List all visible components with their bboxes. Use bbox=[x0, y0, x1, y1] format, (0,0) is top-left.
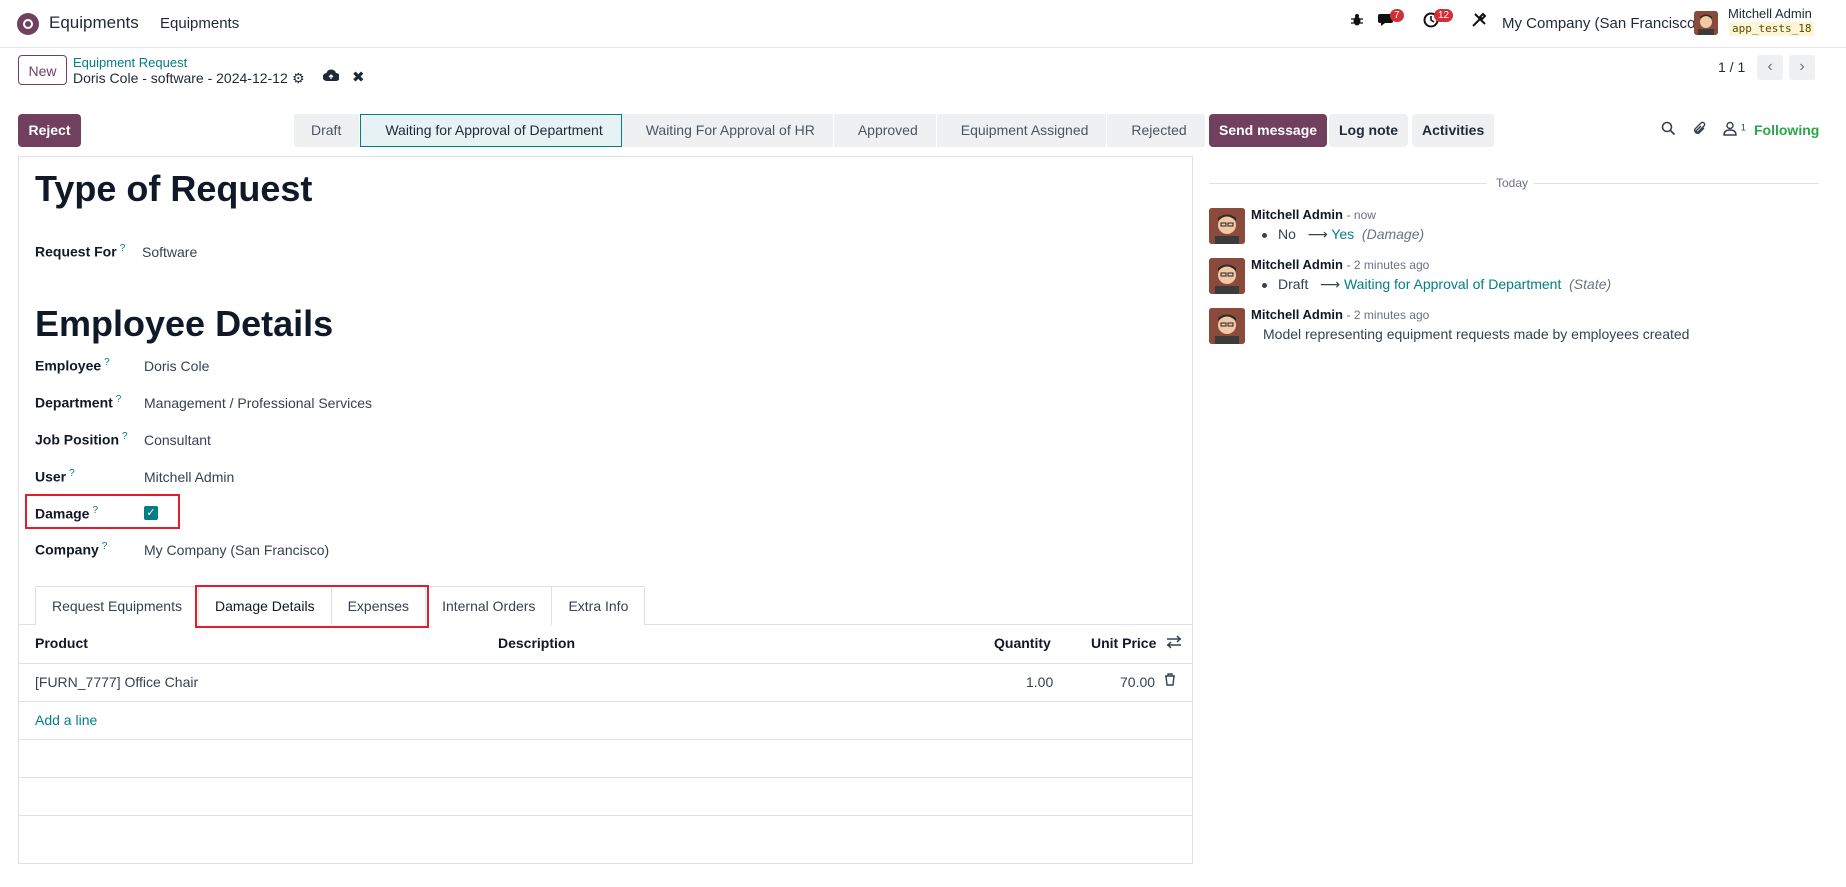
help-icon[interactable]: ? bbox=[104, 357, 110, 368]
breadcrumb-parent[interactable]: Equipment Request bbox=[73, 55, 187, 70]
top-navbar: Equipments Equipments 7 12 My Company (S… bbox=[0, 0, 1846, 48]
column-product[interactable]: Product bbox=[35, 635, 88, 651]
row-product[interactable]: [FURN_7777] Office Chair bbox=[35, 674, 198, 690]
request-for-value[interactable]: Software bbox=[142, 244, 197, 260]
debug-bug-icon[interactable] bbox=[1346, 12, 1368, 34]
send-message-button[interactable]: Send message bbox=[1209, 114, 1328, 147]
job-position-label: Job Position? bbox=[35, 431, 128, 448]
tools-icon[interactable] bbox=[1468, 12, 1490, 34]
activities-clock-icon[interactable]: 12 bbox=[1420, 9, 1454, 34]
tracking-value: Draft ⟶ Waiting for Approval of Departme… bbox=[1278, 276, 1612, 292]
pager-next-icon[interactable]: › bbox=[1789, 55, 1815, 80]
new-button[interactable]: New bbox=[18, 55, 67, 85]
help-icon[interactable]: ? bbox=[122, 431, 128, 442]
message-author[interactable]: Mitchell Admin - now bbox=[1251, 207, 1376, 222]
breadcrumb-current: Doris Cole - software - 2024-12-12 bbox=[73, 70, 288, 86]
optional-columns-icon[interactable] bbox=[1166, 635, 1182, 652]
job-position-field[interactable]: Consultant bbox=[144, 432, 211, 448]
help-icon[interactable]: ? bbox=[116, 394, 122, 405]
pager-previous-icon[interactable]: ‹ bbox=[1757, 55, 1783, 80]
help-icon[interactable]: ? bbox=[102, 541, 108, 552]
pager-value[interactable]: 1 / 1 bbox=[1718, 59, 1745, 75]
tabs-highlight-box bbox=[195, 585, 429, 628]
stage-equipment-assigned[interactable]: Equipment Assigned bbox=[936, 114, 1108, 147]
bullet bbox=[1262, 233, 1267, 238]
add-line-link[interactable]: Add a line bbox=[35, 712, 97, 728]
stage-waiting-hr[interactable]: Waiting For Approval of HR bbox=[621, 114, 834, 147]
message-avatar[interactable] bbox=[1209, 308, 1245, 344]
company-label: Company? bbox=[35, 541, 108, 558]
date-separator: Today bbox=[1496, 176, 1529, 190]
column-quantity[interactable]: Quantity bbox=[994, 635, 1051, 651]
stage-approved[interactable]: Approved bbox=[833, 114, 937, 147]
followers-count: 1 bbox=[1740, 122, 1746, 133]
help-icon[interactable]: ? bbox=[92, 505, 98, 516]
activities-button[interactable]: Activities bbox=[1412, 114, 1495, 147]
table-line bbox=[18, 815, 1193, 816]
stage-waiting-department[interactable]: Waiting for Approval of Department bbox=[360, 114, 622, 147]
following-button[interactable]: Following bbox=[1754, 122, 1819, 138]
stage-rejected[interactable]: Rejected bbox=[1107, 114, 1206, 147]
message-avatar[interactable] bbox=[1209, 258, 1245, 294]
message-body: Model representing equipment requests ma… bbox=[1263, 326, 1690, 342]
date-separator-line bbox=[1209, 183, 1487, 184]
help-icon[interactable]: ? bbox=[69, 468, 75, 479]
table-line bbox=[18, 777, 1193, 778]
cloud-save-icon[interactable] bbox=[322, 69, 340, 85]
stage-draft[interactable]: Draft bbox=[294, 114, 361, 147]
bullet bbox=[1262, 283, 1267, 288]
app-name[interactable]: Equipments bbox=[49, 13, 139, 33]
message-author[interactable]: Mitchell Admin - 2 minutes ago bbox=[1251, 257, 1429, 272]
user-field[interactable]: Mitchell Admin bbox=[144, 469, 234, 485]
followers-icon[interactable]: 1 bbox=[1723, 121, 1746, 139]
tracking-value: No ⟶ Yes (Damage) bbox=[1278, 226, 1425, 242]
date-separator-line bbox=[1534, 183, 1819, 184]
search-icon[interactable] bbox=[1661, 121, 1676, 139]
message-author[interactable]: Mitchell Admin - 2 minutes ago bbox=[1251, 307, 1429, 322]
column-unit-price[interactable]: Unit Price bbox=[1091, 635, 1156, 651]
delete-row-trash-icon[interactable] bbox=[1164, 673, 1176, 689]
damage-label: Damage? bbox=[35, 505, 99, 522]
activities-badge: 12 bbox=[1434, 9, 1454, 22]
employee-details-heading: Employee Details bbox=[35, 303, 334, 344]
messages-icon[interactable]: 7 bbox=[1376, 9, 1404, 34]
table-line bbox=[18, 663, 1193, 664]
department-field[interactable]: Management / Professional Services bbox=[144, 395, 372, 411]
reject-button[interactable]: Reject bbox=[18, 114, 81, 147]
user-label: User? bbox=[35, 468, 75, 485]
row-unit-price[interactable]: 70.00 bbox=[1120, 674, 1155, 690]
tab-request-equipments[interactable]: Request Equipments bbox=[35, 586, 199, 625]
status-bar: Draft Waiting for Approval of Department… bbox=[294, 114, 1206, 147]
app-home-icon[interactable] bbox=[17, 13, 39, 35]
menu-equipments[interactable]: Equipments bbox=[160, 15, 239, 32]
message-time: - 2 minutes ago bbox=[1346, 308, 1430, 322]
employee-field[interactable]: Doris Cole bbox=[144, 358, 209, 374]
company-switcher[interactable]: My Company (San Francisco) bbox=[1502, 15, 1700, 32]
employee-label: Employee? bbox=[35, 357, 110, 374]
form-sheet bbox=[18, 156, 1193, 864]
department-label: Department? bbox=[35, 394, 122, 411]
message-avatar[interactable] bbox=[1209, 208, 1245, 244]
messages-badge: 7 bbox=[1390, 9, 1404, 22]
user-menu-name[interactable]: Mitchell Admin bbox=[1728, 7, 1812, 21]
message-time: - 2 minutes ago bbox=[1346, 258, 1430, 272]
tab-extra-info[interactable]: Extra Info bbox=[551, 586, 646, 625]
column-description[interactable]: Description bbox=[498, 635, 575, 651]
tab-internal-orders[interactable]: Internal Orders bbox=[425, 586, 553, 625]
log-note-button[interactable]: Log note bbox=[1329, 114, 1409, 147]
message-time: - now bbox=[1346, 208, 1376, 222]
damage-checkbox[interactable]: ✓ bbox=[144, 506, 158, 520]
database-name: app_tests_18 bbox=[1729, 22, 1815, 36]
table-line bbox=[18, 701, 1193, 702]
company-field[interactable]: My Company (San Francisco) bbox=[144, 542, 329, 558]
gear-icon[interactable]: ⚙ bbox=[292, 70, 305, 87]
request-for-label: Request For? bbox=[35, 243, 126, 260]
user-avatar[interactable] bbox=[1694, 11, 1718, 35]
type-of-request-heading: Type of Request bbox=[35, 168, 313, 209]
help-icon[interactable]: ? bbox=[120, 243, 126, 254]
discard-close-icon[interactable]: ✖ bbox=[352, 68, 365, 86]
row-quantity[interactable]: 1.00 bbox=[1026, 674, 1053, 690]
table-line bbox=[18, 739, 1193, 740]
paperclip-icon[interactable] bbox=[1692, 121, 1707, 139]
